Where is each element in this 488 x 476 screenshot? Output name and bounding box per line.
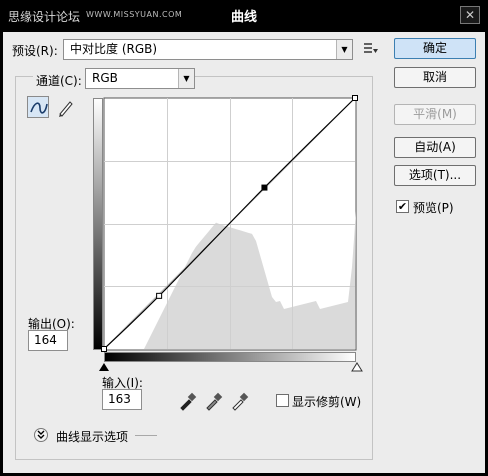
preview-checkbox[interactable]: ✔ bbox=[396, 200, 409, 213]
show-clipping-checkbox[interactable] bbox=[276, 394, 289, 407]
black-eyedropper-icon bbox=[180, 392, 197, 411]
options-button[interactable]: 选项(T)... bbox=[394, 165, 476, 186]
chevron-double-down-icon bbox=[37, 430, 45, 439]
preset-dropdown[interactable]: 中对比度 (RGB) ▼ bbox=[63, 39, 353, 60]
gray-eyedropper-button[interactable] bbox=[205, 392, 223, 411]
dialog-body: 预设(R): 中对比度 (RGB) ▼ 确定 取消 平滑(M) 自动(A) 选项… bbox=[3, 32, 485, 473]
gray-eyedropper-icon bbox=[206, 392, 223, 411]
preview-label: 预览(P) bbox=[413, 201, 454, 215]
curve-options-label: 曲线显示选项 bbox=[56, 430, 129, 444]
window-title: 曲线 bbox=[230, 10, 257, 25]
black-point-slider[interactable] bbox=[99, 363, 109, 371]
curve-point-icon bbox=[30, 102, 48, 114]
channel-label: 通道(C): bbox=[33, 72, 85, 89]
expand-options-button[interactable] bbox=[34, 428, 48, 442]
title-bar: 思缘设计论坛 WWW.MISSYUAN.COM 曲线 ✕ bbox=[0, 0, 488, 32]
preset-options-icon[interactable] bbox=[363, 42, 379, 56]
cancel-button[interactable]: 取消 bbox=[394, 67, 476, 88]
white-point-slider[interactable] bbox=[351, 362, 363, 372]
selected-control-point[interactable] bbox=[261, 184, 268, 191]
output-gradient-bar bbox=[93, 98, 103, 350]
chevron-down-icon: ▼ bbox=[178, 69, 194, 88]
chevron-down-icon: ▼ bbox=[336, 40, 352, 59]
smooth-button[interactable]: 平滑(M) bbox=[394, 104, 476, 125]
control-point[interactable] bbox=[101, 346, 107, 352]
curve-tool-button[interactable] bbox=[27, 96, 49, 118]
input-gradient-bar bbox=[104, 352, 356, 362]
preset-value: 中对比度 (RGB) bbox=[70, 42, 158, 56]
control-point[interactable] bbox=[156, 292, 163, 299]
ok-button[interactable]: 确定 bbox=[394, 38, 476, 59]
black-eyedropper-button[interactable] bbox=[179, 392, 197, 411]
output-field[interactable]: 164 bbox=[28, 330, 68, 351]
input-field[interactable]: 163 bbox=[102, 389, 142, 410]
control-point[interactable] bbox=[352, 95, 358, 101]
pencil-tool-button[interactable] bbox=[54, 96, 76, 118]
preset-label: 预设(R): bbox=[12, 44, 58, 58]
pencil-icon bbox=[59, 101, 73, 117]
auto-button[interactable]: 自动(A) bbox=[394, 137, 476, 158]
curves-dialog: 思缘设计论坛 WWW.MISSYUAN.COM 曲线 ✕ 预设(R): 中对比度… bbox=[0, 0, 488, 476]
white-eyedropper-button[interactable] bbox=[231, 392, 249, 411]
options-divider bbox=[135, 435, 157, 436]
channel-value: RGB bbox=[92, 71, 118, 85]
close-button[interactable]: ✕ bbox=[460, 6, 480, 24]
curve-graph[interactable] bbox=[101, 95, 358, 352]
show-clipping-label: 显示修剪(W) bbox=[292, 395, 362, 409]
white-eyedropper-icon bbox=[232, 392, 249, 411]
channel-dropdown[interactable]: RGB ▼ bbox=[85, 68, 195, 89]
